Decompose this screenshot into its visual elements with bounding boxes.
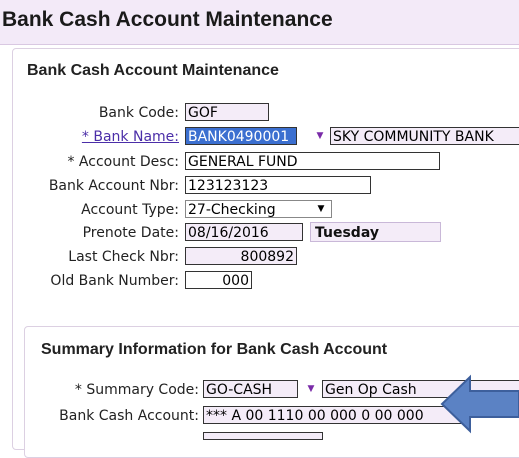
prenote-day-display: Tuesday: [310, 222, 441, 242]
bank-name-field[interactable]: BANK0490001: [185, 127, 297, 145]
prenote-date-label: Prenote Date:: [82, 225, 179, 241]
bank-account-nbr-label: Bank Account Nbr:: [48, 178, 179, 194]
old-bank-number-label: Old Bank Number:: [50, 273, 179, 289]
last-check-nbr-label: Last Check Nbr:: [68, 249, 179, 265]
account-desc-label: * Account Desc:: [67, 154, 179, 170]
chevron-down-icon[interactable]: ▼: [302, 380, 320, 398]
summary-code-label: * Summary Code:: [74, 382, 199, 398]
chevron-down-icon[interactable]: ▼: [312, 200, 330, 218]
old-bank-number-input[interactable]: 000: [185, 271, 252, 289]
bank-cash-account-label: Bank Cash Account:: [59, 408, 199, 424]
account-type-select[interactable]: 27-Checking: [185, 200, 332, 218]
page-title: Bank Cash Account Maintenance: [2, 8, 333, 31]
last-check-nbr-field: 800892: [185, 247, 297, 265]
chevron-down-icon[interactable]: ▼: [311, 127, 329, 145]
next-field-partial: [203, 432, 323, 440]
bank-name-link[interactable]: * Bank Name:: [82, 129, 179, 145]
prenote-date-field[interactable]: 08/16/2016: [185, 223, 303, 241]
bank-code-label: Bank Code:: [98, 105, 179, 121]
bank-name-description: SKY COMMUNITY BANK: [330, 127, 519, 145]
page-header: Bank Cash Account Maintenance: [0, 0, 519, 45]
summary-code-field[interactable]: GO-CASH: [203, 380, 298, 398]
account-desc-input[interactable]: GENERAL FUND: [185, 152, 440, 170]
bank-account-nbr-input[interactable]: 123123123: [185, 176, 371, 194]
account-type-label: Account Type:: [81, 202, 179, 218]
section-title: Bank Cash Account Maintenance: [27, 62, 279, 79]
bank-cash-account-field: *** A 00 1110 00 000 0 00 000: [203, 406, 465, 424]
bank-code-field[interactable]: GOF: [185, 103, 269, 121]
arrow-left-icon: [440, 374, 519, 434]
summary-title: Summary Information for Bank Cash Accoun…: [41, 341, 388, 358]
